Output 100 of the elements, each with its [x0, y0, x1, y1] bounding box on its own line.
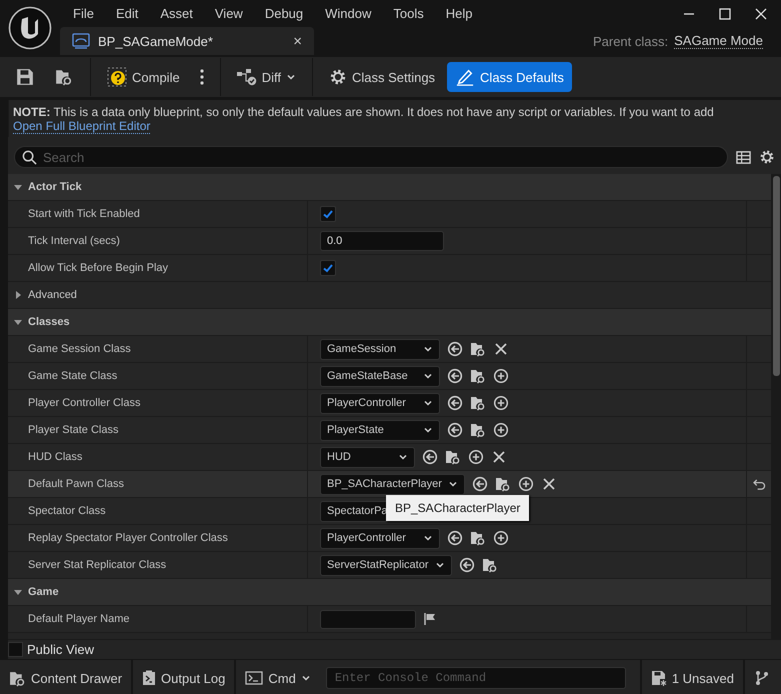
source-control-icon[interactable] — [754, 670, 769, 686]
property-label: Player Controller Class — [28, 397, 140, 409]
use-selected-icon[interactable] — [458, 557, 474, 573]
add-icon[interactable] — [493, 395, 509, 411]
class-defaults-tab[interactable]: Class Defaults — [447, 62, 572, 92]
compile-button[interactable]: Compile — [99, 62, 188, 92]
browse-folder-icon[interactable] — [470, 395, 486, 411]
menu-item[interactable]: Window — [314, 6, 382, 21]
property-label: Spectator Class — [28, 505, 106, 517]
search-icon — [22, 150, 37, 165]
console-input[interactable]: Enter Console Command — [326, 667, 626, 689]
class-dropdown[interactable]: GameStateBase — [320, 366, 440, 386]
diff-button[interactable]: Diff — [228, 62, 304, 92]
browse-folder-icon[interactable] — [470, 422, 486, 438]
class-dropdown[interactable]: ServerStatReplicator — [320, 554, 452, 576]
close-icon[interactable] — [755, 8, 767, 20]
category-title: Classes — [28, 316, 70, 328]
class-dropdown[interactable]: PlayerState — [320, 420, 440, 440]
note-text: NOTE: This is a data only blueprint, so only the default values are shown. It does not have any script or variables. If you want to add — [13, 105, 715, 119]
use-selected-icon[interactable] — [447, 368, 463, 384]
scrollbar-thumb[interactable] — [773, 176, 780, 376]
clear-icon[interactable] — [540, 476, 557, 492]
chevron-down-icon — [423, 398, 433, 408]
menu-item[interactable]: File — [62, 6, 105, 21]
text-field[interactable] — [320, 610, 416, 628]
category-title: Advanced — [28, 289, 77, 301]
vertical-dots-icon — [200, 69, 204, 85]
chevron-down-icon — [448, 479, 458, 489]
save-icon — [16, 68, 34, 86]
clear-icon[interactable] — [493, 341, 509, 357]
chevron-down-icon — [423, 371, 433, 381]
add-icon[interactable] — [518, 476, 534, 492]
unsaved-button[interactable]: 1 Unsaved — [640, 660, 745, 694]
parent-class-link[interactable]: SAGame Mode — [674, 33, 763, 49]
menu-item[interactable]: Tools — [382, 6, 435, 21]
chevron-down-icon — [423, 344, 433, 354]
maximize-icon[interactable] — [719, 8, 731, 20]
browse-folder-icon[interactable] — [470, 530, 486, 546]
menu-item[interactable]: Edit — [104, 6, 150, 21]
content-drawer-button[interactable]: Content Drawer — [0, 660, 134, 694]
menu-item[interactable]: Debug — [254, 6, 314, 21]
log-icon — [142, 670, 156, 686]
tab-close-button[interactable]: × — [293, 32, 302, 50]
add-icon[interactable] — [493, 368, 509, 384]
browse-folder-icon[interactable] — [482, 557, 498, 573]
document-tab[interactable]: BP_SAGameMode* × — [60, 27, 314, 55]
property-label: HUD Class — [28, 451, 82, 463]
use-selected-icon[interactable] — [447, 341, 463, 357]
browse-folder-icon[interactable] — [470, 341, 486, 357]
browse-folder-icon[interactable] — [445, 449, 461, 465]
cmd-dropdown[interactable]: Cmd — [236, 660, 320, 694]
use-selected-icon[interactable] — [447, 395, 463, 411]
output-log-button[interactable]: Output Log — [133, 660, 236, 694]
menu-item[interactable]: View — [204, 6, 254, 21]
use-selected-icon[interactable] — [422, 449, 438, 465]
engine-logo-icon[interactable] — [8, 6, 52, 50]
property-label: Replay Spectator Player Controller Class — [28, 532, 228, 544]
category-header[interactable]: Actor Tick — [8, 174, 771, 201]
reset-to-default-icon[interactable] — [752, 478, 766, 490]
search-field[interactable]: Search — [14, 146, 728, 168]
save-icon — [650, 670, 667, 686]
tab-title: BP_SAGameMode* — [98, 34, 213, 48]
terminal-icon — [245, 671, 264, 685]
folder-search-icon — [9, 670, 26, 686]
chevron-down-icon — [286, 72, 296, 82]
menu-item[interactable]: Help — [434, 6, 484, 21]
checkbox[interactable] — [320, 206, 336, 222]
open-editor-link[interactable]: Open Full Blueprint Editor — [13, 119, 150, 134]
settings-icon[interactable] — [759, 149, 775, 165]
class-dropdown[interactable]: BP_SACharacterPlayer — [320, 474, 465, 494]
category-title: Game — [28, 586, 59, 598]
class-dropdown[interactable]: PlayerController — [320, 528, 440, 548]
browse-folder-icon[interactable] — [470, 368, 486, 384]
category-header[interactable]: Classes — [8, 309, 771, 336]
category-header[interactable]: Game — [8, 579, 771, 606]
add-icon[interactable] — [493, 530, 509, 546]
class-dropdown[interactable]: GameSession — [320, 338, 440, 360]
class-dropdown[interactable]: PlayerController — [320, 392, 440, 414]
category-title: Actor Tick — [28, 181, 82, 193]
property-label: Tick Interval (secs) — [28, 235, 120, 247]
add-icon[interactable] — [493, 422, 509, 438]
use-selected-icon[interactable] — [472, 476, 488, 492]
checkbox[interactable] — [320, 260, 336, 276]
chevron-down-icon — [423, 425, 433, 435]
tooltip: BP_SACharacterPlayer — [386, 495, 530, 521]
class-dropdown[interactable]: HUD — [320, 446, 415, 468]
use-selected-icon[interactable] — [447, 530, 463, 546]
class-settings-tab[interactable]: Class Settings — [320, 62, 444, 92]
table-view-icon[interactable] — [736, 150, 751, 164]
menu-item[interactable]: Asset — [149, 6, 204, 21]
chevron-down-icon — [434, 560, 444, 570]
add-icon[interactable] — [468, 449, 484, 465]
browse-folder-icon[interactable] — [494, 476, 511, 492]
use-selected-icon[interactable] — [447, 422, 463, 438]
flag-icon[interactable] — [423, 612, 437, 626]
parent-class-label: Parent class: — [592, 34, 668, 48]
number-field[interactable]: 0.0 — [320, 231, 444, 251]
clear-icon[interactable] — [491, 449, 507, 465]
public-view-checkbox[interactable] — [8, 642, 23, 657]
folder-search-icon — [54, 68, 74, 86]
